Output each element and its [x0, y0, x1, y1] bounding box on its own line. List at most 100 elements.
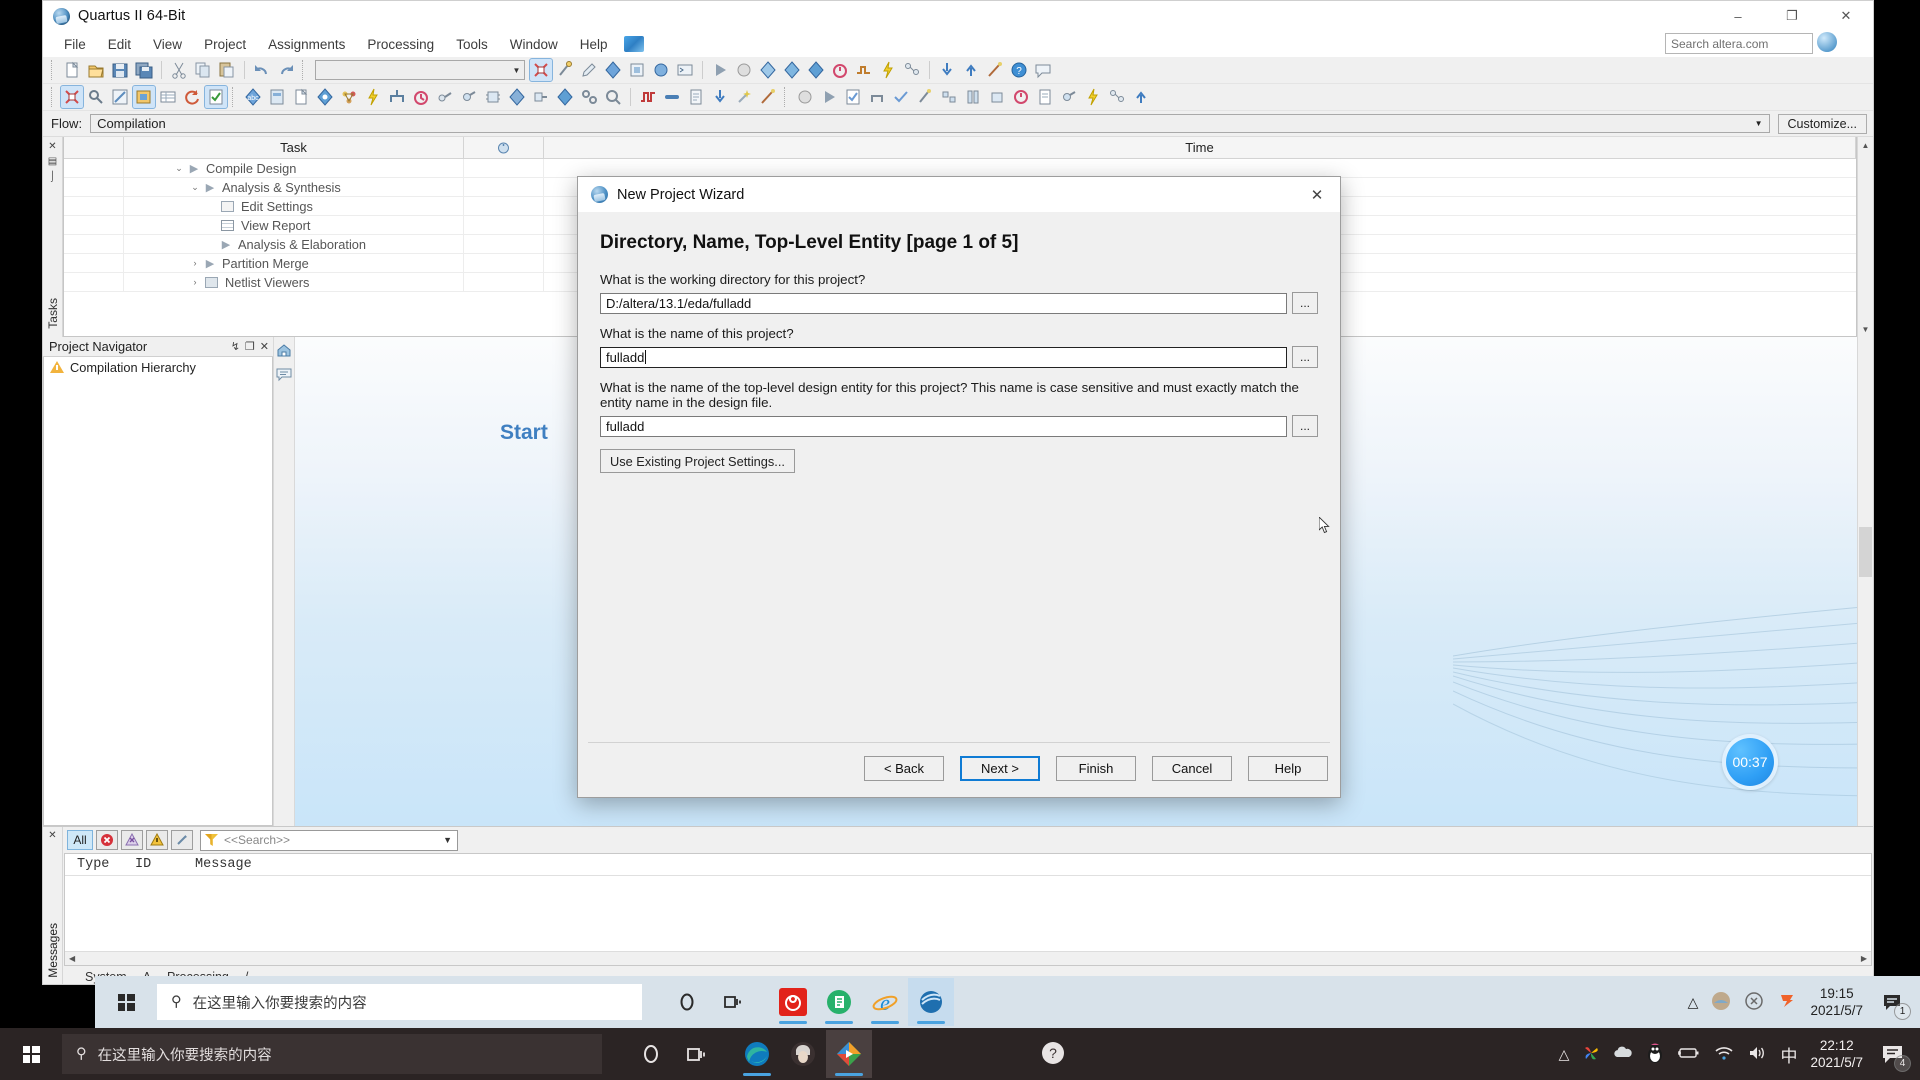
project-name-input[interactable]: fulladd — [600, 346, 1287, 368]
assignment-editor-icon[interactable] — [578, 59, 600, 81]
assignments-icon[interactable] — [132, 85, 156, 109]
save-all-icon[interactable] — [133, 59, 155, 81]
clock[interactable]: 19:15 2021/5/7 — [1810, 985, 1863, 1019]
state-machine-icon[interactable] — [578, 86, 600, 108]
checklist-icon[interactable] — [204, 85, 228, 109]
question-circle-icon[interactable]: ? — [1040, 1040, 1066, 1069]
hierarchy-icon[interactable] — [386, 86, 408, 108]
netease-music-icon[interactable] — [770, 978, 816, 1026]
cortana-icon[interactable] — [628, 1030, 674, 1078]
stop-icon[interactable] — [733, 59, 755, 81]
run-icon[interactable] — [818, 86, 840, 108]
dialog-close-button[interactable]: ✕ — [1294, 177, 1340, 212]
check-doc-icon[interactable] — [842, 86, 864, 108]
restore-icon[interactable]: ❐ — [245, 340, 255, 353]
close-circle-icon[interactable] — [1744, 991, 1764, 1014]
altera-search-input[interactable]: Search altera.com — [1665, 33, 1813, 54]
pin-icon[interactable]: ⌡ — [49, 171, 55, 182]
fitter-icon[interactable] — [781, 59, 803, 81]
rtl-viewer-icon[interactable] — [530, 86, 552, 108]
compilation-hierarchy-item[interactable]: Compilation Hierarchy — [44, 357, 272, 377]
cortana-icon[interactable] — [664, 978, 710, 1026]
canvas-scroll-thumb[interactable] — [1859, 527, 1872, 577]
messages-search-input[interactable]: <<Search>> ▼ — [200, 829, 458, 851]
waveform-icon[interactable] — [637, 86, 659, 108]
menu-edit[interactable]: Edit — [97, 34, 142, 55]
floorplan-icon[interactable] — [338, 86, 360, 108]
timing-icon-3[interactable] — [986, 86, 1008, 108]
menu-project[interactable]: Project — [193, 34, 257, 55]
stop-icon-2[interactable] — [794, 86, 816, 108]
use-existing-project-settings-button[interactable]: Use Existing Project Settings... — [600, 449, 795, 473]
signal-tap-icon[interactable] — [434, 86, 456, 108]
timequest-icon[interactable] — [829, 59, 851, 81]
back-button[interactable]: < Back — [864, 756, 944, 781]
battery-icon[interactable] — [1677, 1046, 1701, 1063]
help-icon[interactable]: ? — [1008, 59, 1030, 81]
menu-window[interactable]: Window — [499, 34, 569, 55]
close-icon[interactable]: ✕ — [48, 141, 56, 152]
menu-file[interactable]: File — [53, 34, 97, 55]
filter-error-button[interactable] — [96, 830, 118, 850]
media-player-icon[interactable] — [826, 1030, 872, 1078]
simulation-icon[interactable] — [853, 59, 875, 81]
wifi-icon[interactable] — [1714, 1045, 1734, 1064]
upload-icon[interactable] — [960, 59, 982, 81]
elaborate-icon[interactable] — [866, 86, 888, 108]
download-icon[interactable] — [936, 59, 958, 81]
wps-icon[interactable] — [816, 978, 862, 1026]
device-icon[interactable] — [626, 59, 648, 81]
new-file-icon-2[interactable] — [290, 86, 312, 108]
download-icon-2[interactable] — [709, 86, 731, 108]
bus-icon[interactable] — [661, 86, 683, 108]
tasks-col-time[interactable]: Time — [544, 137, 1856, 158]
paste-icon[interactable] — [216, 59, 238, 81]
task-view-icon[interactable] — [674, 1030, 720, 1078]
qq-penguin-icon[interactable] — [1646, 1043, 1664, 1066]
quartus-icon[interactable] — [908, 978, 954, 1026]
settings-icon[interactable] — [602, 59, 624, 81]
finish-button[interactable]: Finish — [1056, 756, 1136, 781]
ime-indicator[interactable]: 中 — [1780, 1042, 1797, 1067]
language-flag-icon[interactable] — [624, 36, 645, 52]
notification-center-button[interactable]: 1 — [1876, 985, 1911, 1020]
clock[interactable]: 22:12 2021/5/7 — [1810, 1037, 1863, 1071]
top-level-entity-browse-button[interactable]: ... — [1292, 415, 1318, 437]
filter-info-button[interactable] — [171, 830, 193, 850]
cancel-button[interactable]: Cancel — [1152, 756, 1232, 781]
pin-planner-icon-2[interactable] — [314, 86, 336, 108]
pin-planner-icon[interactable] — [554, 59, 576, 81]
power-analyzer-icon[interactable] — [877, 59, 899, 81]
abc-icon[interactable]: abc — [242, 86, 264, 108]
table-icon[interactable] — [157, 86, 179, 108]
user-avatar-icon[interactable] — [780, 1030, 826, 1078]
close-icon[interactable]: ✕ — [48, 830, 56, 841]
menu-view[interactable]: View — [142, 34, 193, 55]
new-block-icon[interactable] — [266, 86, 288, 108]
top-level-entity-input[interactable]: fulladd — [600, 415, 1287, 437]
assemble-icon[interactable] — [962, 86, 984, 108]
copy-icon[interactable] — [192, 59, 214, 81]
internet-explorer-icon[interactable]: e — [862, 978, 908, 1026]
power-icon-3[interactable] — [1082, 86, 1104, 108]
new-file-icon[interactable] — [61, 59, 83, 81]
document-icon[interactable] — [685, 86, 707, 108]
cut-icon[interactable] — [168, 59, 190, 81]
project-name-browse-button[interactable]: ... — [1292, 346, 1318, 368]
help-button[interactable]: Help — [1248, 756, 1328, 781]
menu-processing[interactable]: Processing — [356, 34, 445, 55]
message-bubble-icon[interactable] — [274, 364, 294, 384]
editor-icon[interactable] — [109, 86, 131, 108]
scroll-right-icon[interactable]: ▶ — [1861, 954, 1867, 963]
redo-icon[interactable] — [275, 59, 297, 81]
power-icon-2[interactable] — [362, 86, 384, 108]
zoom-icon[interactable] — [602, 86, 624, 108]
filter-critical-warning-button[interactable] — [121, 830, 143, 850]
analysis-synthesis-icon[interactable] — [757, 59, 779, 81]
working-directory-browse-button[interactable]: ... — [1292, 292, 1318, 314]
photos-icon[interactable] — [1582, 1044, 1600, 1065]
menu-assignments[interactable]: Assignments — [257, 34, 356, 55]
validate-icon[interactable] — [890, 86, 912, 108]
refresh-icon[interactable] — [181, 86, 203, 108]
message-icon[interactable] — [1032, 59, 1054, 81]
